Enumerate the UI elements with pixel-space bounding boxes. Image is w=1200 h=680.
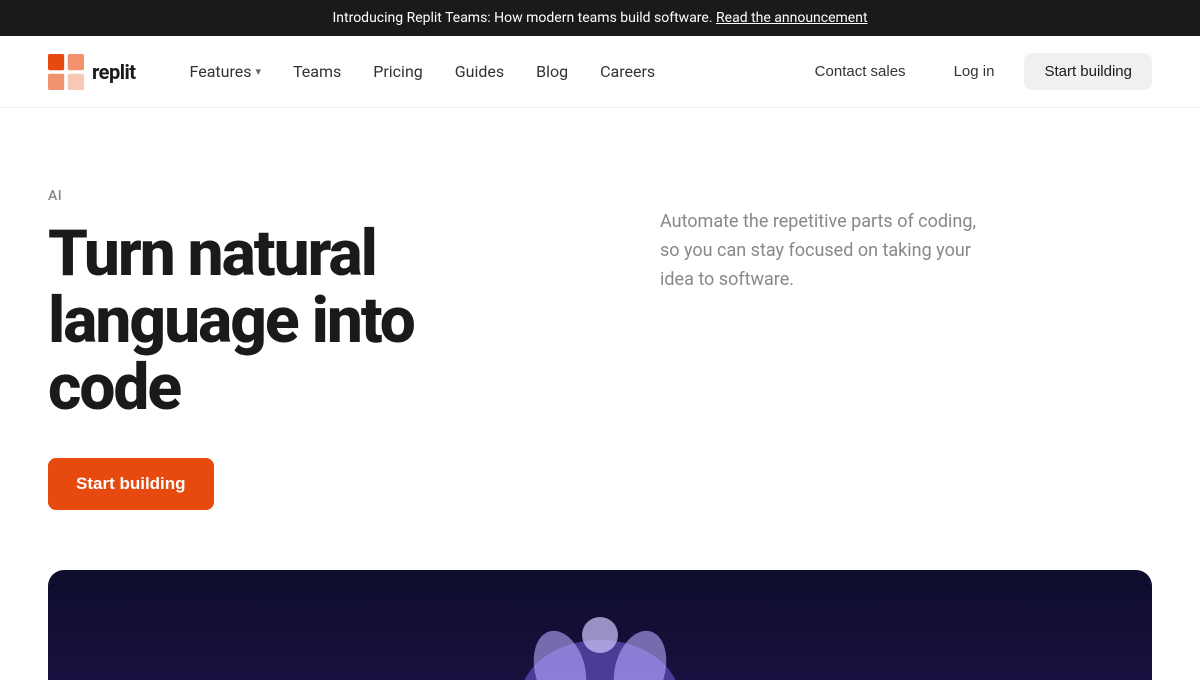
hero-right: Automate the repetitive parts of coding,… — [540, 188, 1152, 294]
hero-title: Turn natural language into code — [48, 220, 540, 422]
hero-description: Automate the repetitive parts of coding,… — [660, 208, 980, 294]
nav-careers[interactable]: Careers — [586, 54, 669, 89]
demo-decoration-icon — [450, 580, 750, 680]
hero-tag: AI — [48, 188, 540, 204]
announcement-link[interactable]: Read the announcement — [716, 10, 868, 26]
nav-actions: Contact sales Log in Start building — [797, 53, 1152, 90]
contact-sales-button[interactable]: Contact sales — [797, 53, 924, 90]
demo-area — [48, 570, 1152, 680]
hero-section: AI Turn natural language into code Start… — [0, 108, 1200, 570]
announcement-banner: Introducing Replit Teams: How modern tea… — [0, 0, 1200, 36]
logo-text: replit — [92, 60, 136, 84]
nav-features[interactable]: Features ▾ — [176, 54, 275, 89]
nav-links: Features ▾ Teams Pricing Guides Blog Car… — [176, 54, 797, 89]
nav-start-building-button[interactable]: Start building — [1024, 53, 1152, 90]
nav-pricing[interactable]: Pricing — [359, 54, 437, 89]
logo[interactable]: replit — [48, 54, 136, 90]
login-button[interactable]: Log in — [936, 53, 1013, 90]
features-chevron-icon: ▾ — [255, 65, 261, 78]
hero-left: AI Turn natural language into code Start… — [48, 188, 540, 510]
announcement-text: Introducing Replit Teams: How modern tea… — [332, 10, 712, 26]
hero-start-building-button[interactable]: Start building — [48, 458, 214, 510]
navbar: replit Features ▾ Teams Pricing Guides B… — [0, 36, 1200, 108]
nav-teams[interactable]: Teams — [279, 54, 355, 89]
logo-icon — [48, 54, 84, 90]
nav-guides[interactable]: Guides — [441, 54, 518, 89]
nav-blog[interactable]: Blog — [522, 54, 582, 89]
